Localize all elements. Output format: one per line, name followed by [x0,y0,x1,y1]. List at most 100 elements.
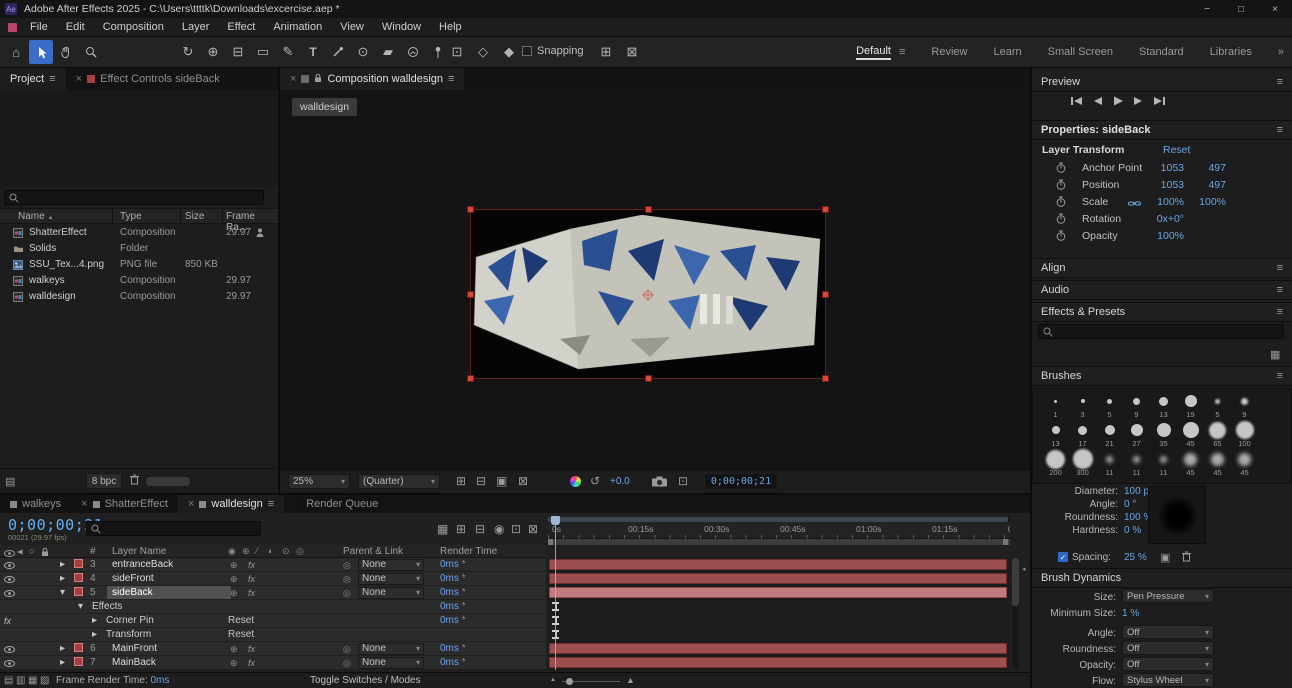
lock-icon[interactable] [314,73,322,86]
workspace-learn[interactable]: Learn [993,46,1021,58]
transparency-grid-icon[interactable]: ⊠ [518,474,528,488]
workspace-menu-icon[interactable]: ≡ [899,46,905,58]
toggle-panel-icon-1[interactable]: ▤ [4,675,13,686]
brush-preset[interactable]: 200 [1042,450,1069,479]
transform-reset-button[interactable]: Reset [1163,144,1190,156]
hand-tool[interactable] [54,40,78,64]
brush-preset[interactable]: 17 [1069,421,1096,450]
toggle-panel-icon-4[interactable]: ▨ [40,675,49,686]
home-tool[interactable]: ⌂ [4,40,28,64]
timeline-panel-menu-icon[interactable]: ≡ [268,498,274,510]
brush-preset[interactable]: 11 [1123,450,1150,479]
corner-pin-row[interactable]: fx ▸ Corner Pin Reset 0ms * [0,614,546,628]
frame-blending-icon[interactable]: ◉ [494,522,504,536]
eraser-tool[interactable]: ▰ [376,40,400,64]
link-chain-icon[interactable] [1128,198,1141,210]
property-value[interactable]: 100% [1144,230,1184,242]
project-scrollbar-thumb[interactable] [146,477,190,486]
project-panel-menu-icon[interactable]: ≡ [49,73,55,85]
minimum-size-value[interactable]: 1 % [1122,608,1139,619]
workspace-libraries[interactable]: Libraries [1210,46,1252,58]
selection-handle[interactable] [822,291,829,298]
layer-name[interactable]: sideBack [112,587,153,599]
property-value[interactable]: 1053 [1144,179,1184,191]
zoom-out-mountain-icon[interactable]: ▲ [550,677,556,683]
comp-timecode[interactable]: 0;00;00;21 [705,474,777,489]
menu-animation[interactable]: Animation [264,18,331,37]
exposure-value[interactable]: +0.0 [610,476,630,487]
effects-presets-header[interactable]: Effects & Presets ≡ [1032,302,1292,322]
parent-dropdown[interactable]: None▾ [358,559,424,571]
layer-name[interactable]: sideFront [112,573,154,585]
layer-duration-bar[interactable] [549,657,1007,668]
stopwatch-icon[interactable] [1056,213,1066,227]
pen-tool[interactable]: ✎ [276,40,300,64]
parent-dropdown[interactable]: None▾ [358,587,424,599]
tab-project[interactable]: Project ≡ [0,68,66,90]
composition-panel-menu-icon[interactable]: ≡ [448,73,454,85]
snapshot-camera-icon[interactable] [652,476,667,490]
property-value[interactable]: 497 [1186,179,1226,191]
menu-help[interactable]: Help [430,18,471,37]
expander-icon[interactable]: ▾ [78,601,83,613]
work-area-start-handle[interactable] [548,539,553,545]
mask-feather-icon[interactable]: ⊡ [445,40,469,64]
brush-preset[interactable]: 3 [1069,392,1096,421]
snap-option-icon-1[interactable]: ⊞ [594,40,618,64]
brush-dynamics-header[interactable]: Brush Dynamics [1032,568,1292,588]
brush-preset[interactable]: 45 [1231,450,1258,479]
timeline-search-input[interactable] [86,521,261,536]
snapping-checkbox[interactable] [522,46,532,56]
selection-tool[interactable] [29,40,53,64]
graph-editor-icon[interactable]: ⊠ [528,522,538,536]
dyn-opacity-dropdown[interactable]: Off▾ [1122,657,1214,671]
toggle-switches-modes-button[interactable]: Toggle Switches / Modes [310,675,421,686]
group-name[interactable]: Transform [106,629,151,641]
properties-header[interactable]: Properties: sideBack ≡ [1032,120,1292,140]
toggle-panel-icon-3[interactable]: ▦ [28,675,37,686]
selection-handle[interactable] [645,206,652,213]
comp-mini-flowchart-icon[interactable]: ▦ [437,522,448,536]
tab-close-icon[interactable]: × [76,73,82,85]
dyn-roundness-dropdown[interactable]: Off▾ [1122,641,1214,655]
current-time-indicator[interactable] [551,516,560,525]
brushes-menu-icon[interactable]: ≡ [1277,370,1283,382]
brush-preset[interactable]: 45 [1204,450,1231,479]
panel-collapse-icon[interactable]: ◂ [1022,565,1026,573]
brushes-header[interactable]: Brushes ≡ [1032,366,1292,386]
project-row[interactable]: SSU_Tex...4.png PNG file 850 KB [0,257,278,273]
spacing-checkbox[interactable]: ✓ [1058,552,1068,562]
layer-row-mainfront[interactable]: ▸ 6 MainFront ⊕ fx ◎ None▾ 0ms * [0,642,546,656]
fx-badge-icon[interactable]: fx [248,559,255,571]
property-value[interactable]: 0x+0° [1144,213,1184,225]
previous-frame-button[interactable] [1092,96,1104,109]
layer-duration-bar[interactable] [549,559,1007,570]
play-button[interactable] [1112,96,1124,109]
preview-header[interactable]: Preview ≡ [1032,72,1292,92]
toggle-panel-icon-2[interactable]: ▥ [16,675,25,686]
layer-row-sideback-selected[interactable]: ▾ 5 sideBack ⊕ fx ◎ None▾ 0ms * [0,586,546,600]
timeline-vscroll-track[interactable] [1012,558,1019,670]
work-area-end-handle[interactable] [1003,539,1008,545]
render-time-column-label[interactable]: Render Time [440,546,497,557]
effects-group-row[interactable]: ▾ Effects 0ms * [0,600,546,614]
layer-color-chip[interactable] [74,643,83,652]
workspace-small-screen[interactable]: Small Screen [1048,46,1113,58]
show-snapshot-icon[interactable]: ⊡ [678,474,688,488]
brush-preset[interactable]: 45 [1177,421,1204,450]
vertex-tool-icon[interactable]: ◇ [471,40,495,64]
rotation-tool[interactable]: ↻ [176,40,200,64]
brush-preset[interactable]: 65 [1204,421,1231,450]
grid-guides-icon[interactable]: ⊞ [456,474,466,488]
selection-handle[interactable] [467,291,474,298]
effects-panel-corner-icon[interactable]: ▦ [1270,348,1280,361]
menu-composition[interactable]: Composition [94,18,173,37]
property-value[interactable]: 497 [1186,162,1226,174]
reset-exposure-icon[interactable]: ↺ [590,474,600,488]
brush-preset[interactable]: 27 [1123,421,1150,450]
menu-layer[interactable]: Layer [173,18,219,37]
layer-color-chip[interactable] [74,587,83,596]
interpret-footage-icon[interactable]: ▤ [5,475,15,488]
stopwatch-icon[interactable] [1056,179,1066,193]
pickwhip-icon[interactable]: ◎ [343,643,351,655]
